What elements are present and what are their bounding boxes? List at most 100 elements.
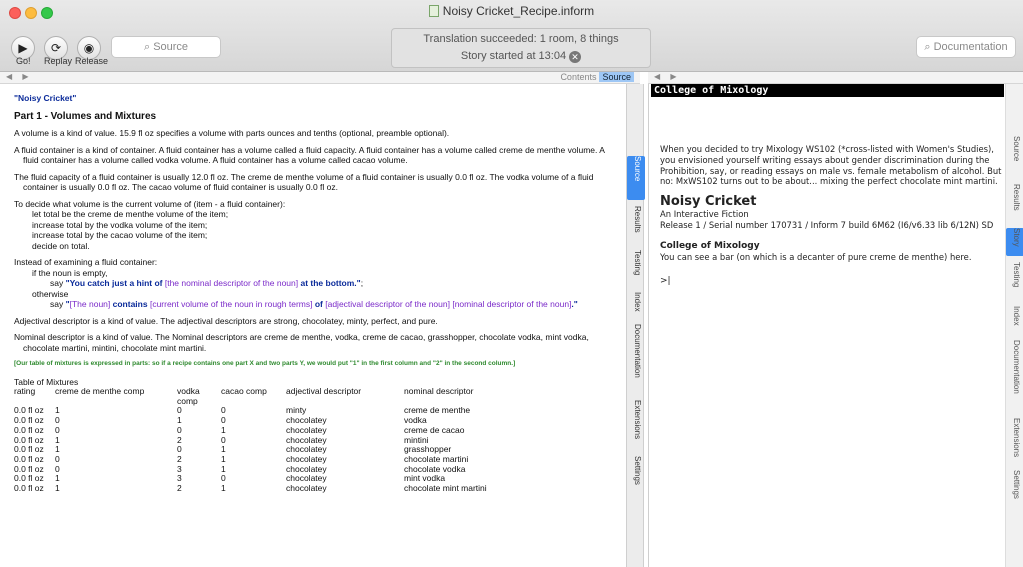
side-tab-index[interactable]: Index <box>1006 306 1023 332</box>
table-cell: 1 <box>221 453 226 464</box>
table-cell: 2 <box>177 453 182 464</box>
side-tab-documentation[interactable]: Documentation <box>627 324 645 394</box>
table-cell: 1 <box>177 415 182 426</box>
side-tab-settings[interactable]: Settings <box>1006 470 1023 508</box>
replay-label: Replay <box>44 56 73 66</box>
source-comment: [Our table of mixtures is expressed in p… <box>14 360 516 367</box>
table-header-row: rating creme de menthe comp vodka comp caca… <box>14 386 474 406</box>
table-cell: 1 <box>55 405 60 416</box>
rule-line: decide on total. <box>32 240 90 251</box>
side-tab-source[interactable]: Source <box>627 156 645 200</box>
say-line: say "You catch just a hint of [the nomin… <box>50 278 364 288</box>
release-icon: ◉ <box>83 41 95 55</box>
table-cell: 1 <box>55 434 60 445</box>
rule-line: if the noun is empty, <box>32 267 108 278</box>
story-transcript: When you decided to try Mixology WS102 (… <box>660 144 1005 287</box>
window: Noisy Cricket_Recipe.inform ▶ ⟳ ◉ Go! Re… <box>0 0 1023 567</box>
rule-line: let total be the creme de menthe volume … <box>32 209 229 219</box>
rule-line: increase total by the cacao volume of th… <box>32 230 208 240</box>
story-pane[interactable]: College of Mixology When you decided to … <box>648 84 1005 567</box>
stop-icon[interactable]: ✕ <box>569 51 582 63</box>
side-tab-story[interactable]: Story <box>1006 228 1023 256</box>
side-tab-index[interactable]: Index <box>627 292 645 318</box>
rule-heading: Instead of examining a fluid container: <box>14 257 158 267</box>
left-side-tabs: Source Results Testing Index Documentati… <box>626 84 645 567</box>
table-cell: 0 <box>221 473 226 484</box>
right-side-tabs: Source Results Story Testing Index Docum… <box>1005 84 1023 567</box>
right-pane-header: ◀ ▶ <box>648 72 1023 84</box>
rule-line: increase total by the vodka volume of th… <box>32 219 208 230</box>
room-description: You can see a bar (on which is a decante… <box>660 251 972 262</box>
table-cell: 1 <box>55 483 60 494</box>
status-line-2: Story started at 13:04 <box>460 50 567 62</box>
search-icon: ⌕ <box>143 41 151 53</box>
side-tab-source[interactable]: Source <box>1006 136 1023 172</box>
story-intro: When you decided to try Mixology WS102 (… <box>660 144 1002 187</box>
say-line: say "[The noun] contains [current volume… <box>50 299 578 309</box>
page-tabs: Contents Source <box>557 72 634 82</box>
status-line-1: Translation succeeded: 1 room, 8 things <box>423 33 619 45</box>
table-cell: 0 <box>55 463 60 474</box>
table-cell: 1 <box>55 444 60 455</box>
table-cell: 0.0 fl oz <box>14 483 44 494</box>
source-editor[interactable]: "Noisy Cricket" Part 1 - Volumes and Mix… <box>0 84 626 567</box>
table-cell: 0 <box>221 415 226 426</box>
table-of-mixtures: Table of Mixtures rating creme de menthe … <box>14 377 612 494</box>
toolbar: Noisy Cricket_Recipe.inform ▶ ⟳ ◉ Go! Re… <box>0 0 1023 72</box>
release-info: Release 1 / Serial number 170731 / Infor… <box>660 219 994 230</box>
source-paragraph: Nominal descriptor is a kind of value. T… <box>14 332 589 353</box>
nav-arrows-icon[interactable]: ◀ ▶ <box>6 72 33 81</box>
source-paragraph: Adjectival descriptor is a kind of value… <box>14 315 438 326</box>
story-status-bar: College of Mixology <box>651 84 1004 97</box>
game-subtitle: An Interactive Fiction <box>660 209 749 220</box>
go-label: Go! <box>16 56 31 66</box>
side-tab-documentation[interactable]: Documentation <box>1006 340 1023 410</box>
table-cell: chocolate mint martini <box>404 483 487 494</box>
left-pane-header: ◀ ▶ Contents Source <box>0 72 640 84</box>
tab-source[interactable]: Source <box>599 72 634 82</box>
table-cell: 0 <box>55 415 60 426</box>
nav-arrows-icon[interactable]: ◀ ▶ <box>654 72 681 81</box>
table-body: 0.0 fl oz 1 0 0 minty creme de menthe 0.0 fl o… <box>14 406 612 493</box>
replay-icon: ⟳ <box>50 41 62 55</box>
table-cell: 2 <box>177 434 182 445</box>
window-title: Noisy Cricket_Recipe.inform <box>0 4 1023 18</box>
command-prompt[interactable]: >| <box>660 276 1005 287</box>
story-title: "Noisy Cricket" <box>14 93 77 103</box>
table-cell: 0 <box>221 405 226 416</box>
status-panel: Translation succeeded: 1 room, 8 things … <box>391 28 651 68</box>
table-cell: 3 <box>177 463 182 474</box>
table-cell: 0 <box>177 405 182 416</box>
release-label: Release <box>75 56 109 66</box>
table-cell: 3 <box>177 473 182 484</box>
table-cell: 1 <box>55 473 60 484</box>
rule-line: otherwise <box>32 288 69 299</box>
side-tab-results[interactable]: Results <box>1006 184 1023 222</box>
table-cell: 0 <box>55 424 60 435</box>
section-heading: Part 1 - Volumes and Mixtures <box>14 110 157 122</box>
side-tab-testing[interactable]: Testing <box>627 250 645 288</box>
play-icon: ▶ <box>18 41 28 55</box>
side-tab-extensions[interactable]: Extensions <box>627 400 645 448</box>
table-row: 0.0 fl oz 1 2 1 chocolatey chocolate mint mar… <box>14 483 612 494</box>
table-cell: 2 <box>177 483 182 494</box>
room-name: College of Mixology <box>660 240 760 251</box>
source-paragraph: A volume is a kind of value. 15.9 fl oz … <box>14 128 450 138</box>
table-cell: 0 <box>55 453 60 464</box>
side-tab-results[interactable]: Results <box>627 206 645 246</box>
side-tab-testing[interactable]: Testing <box>1006 262 1023 300</box>
table-cell: 1 <box>221 483 226 494</box>
table-cell: 0 <box>221 434 226 445</box>
table-cell: 1 <box>221 424 226 435</box>
game-title: Noisy Cricket <box>660 194 757 210</box>
document-icon <box>428 5 439 17</box>
table-cell: 0 <box>177 444 182 455</box>
source-paragraph: The fluid capacity of a fluid container … <box>14 171 594 193</box>
source-search-input[interactable]: ⌕ Source <box>111 36 221 58</box>
documentation-search-input[interactable]: ⌕ Documentation <box>916 36 1016 58</box>
rule-heading: To decide what volume is the current vol… <box>14 198 286 209</box>
tab-contents[interactable]: Contents <box>557 72 599 82</box>
side-tab-extensions[interactable]: Extensions <box>1006 418 1023 464</box>
side-tab-settings[interactable]: Settings <box>627 456 645 494</box>
search-icon: ⌕ <box>924 41 931 53</box>
